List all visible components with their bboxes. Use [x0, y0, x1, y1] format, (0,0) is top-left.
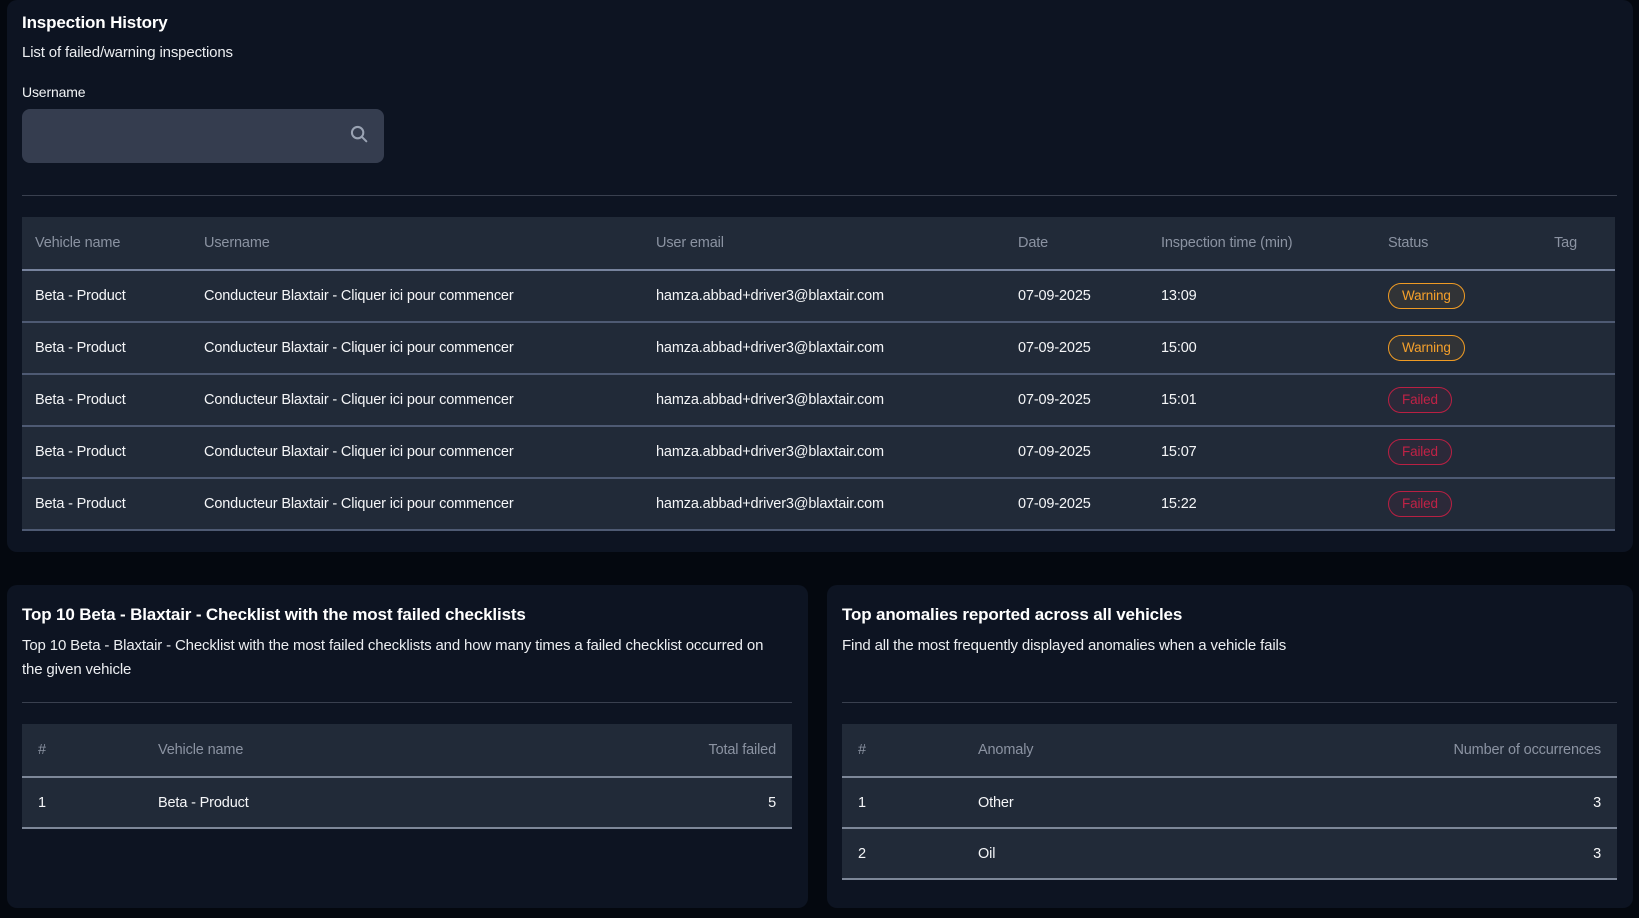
table-header-row: Vehicle name Username User email Date In…	[22, 217, 1615, 270]
username-filter-label: Username	[22, 84, 1617, 100]
table-row: Beta - Product Conducteur Blaxtair - Cli…	[22, 322, 1615, 374]
panel-title: Top anomalies reported across all vehicl…	[842, 605, 1617, 625]
table-row: Beta - Product Conducteur Blaxtair - Cli…	[22, 478, 1615, 530]
search-icon	[348, 123, 370, 150]
table-row: 1 Other 3	[842, 777, 1617, 828]
cell-name: Beta - Product	[142, 777, 467, 828]
cell-rank: 1	[842, 777, 962, 828]
cell-inspection-time: 15:00	[1148, 322, 1375, 374]
cell-inspection-time: 15:07	[1148, 426, 1375, 478]
panel-subtitle: List of failed/warning inspections	[22, 41, 1617, 65]
cell-name: Oil	[962, 828, 1290, 879]
cell-user-email: hamza.abbad+driver3@blaxtair.com	[643, 426, 1005, 478]
cell-rank: 1	[22, 777, 142, 828]
cell-date: 07-09-2025	[1005, 270, 1148, 322]
cell-value: 3	[1290, 828, 1618, 879]
cell-vehicle-name: Beta - Product	[22, 426, 191, 478]
cell-vehicle-name: Beta - Product	[22, 322, 191, 374]
table-row: Beta - Product Conducteur Blaxtair - Cli…	[22, 426, 1615, 478]
filter-table-divider	[22, 195, 1617, 196]
column-header-total-failed[interactable]: Total failed	[467, 724, 792, 777]
status-badge: Warning	[1388, 283, 1465, 309]
cell-rank: 2	[842, 828, 962, 879]
panel-divider	[22, 702, 792, 703]
cell-vehicle-name: Beta - Product	[22, 374, 191, 426]
cell-inspection-time: 15:22	[1148, 478, 1375, 530]
cell-name: Other	[962, 777, 1290, 828]
table-row: Beta - Product Conducteur Blaxtair - Cli…	[22, 270, 1615, 322]
inspection-history-panel: Inspection History List of failed/warnin…	[7, 0, 1633, 552]
column-header-rank[interactable]: #	[22, 724, 142, 777]
cell-status: Warning	[1375, 322, 1501, 374]
cell-date: 07-09-2025	[1005, 478, 1148, 530]
cell-vehicle-name: Beta - Product	[22, 270, 191, 322]
cell-date: 07-09-2025	[1005, 374, 1148, 426]
column-header-status[interactable]: Status	[1375, 217, 1501, 270]
cell-value: 5	[467, 777, 792, 828]
cell-value: 3	[1290, 777, 1618, 828]
username-search-field[interactable]	[22, 109, 384, 163]
cell-date: 07-09-2025	[1005, 322, 1148, 374]
cell-status: Failed	[1375, 426, 1501, 478]
status-badge: Failed	[1388, 387, 1452, 413]
column-header-date[interactable]: Date	[1005, 217, 1148, 270]
cell-user-email: hamza.abbad+driver3@blaxtair.com	[643, 322, 1005, 374]
cell-username: Conducteur Blaxtair - Cliquer ici pour c…	[191, 426, 643, 478]
table-row: Beta - Product Conducteur Blaxtair - Cli…	[22, 374, 1615, 426]
status-badge: Failed	[1388, 491, 1452, 517]
top-failed-checklists-panel: Top 10 Beta - Blaxtair - Checklist with …	[7, 585, 808, 908]
column-header-tag[interactable]: Tag	[1501, 217, 1615, 270]
failed-checklists-table: # Vehicle name Total failed 1 Beta - Pro…	[22, 724, 792, 829]
cell-username: Conducteur Blaxtair - Cliquer ici pour c…	[191, 478, 643, 530]
table-row: 1 Beta - Product 5	[22, 777, 792, 828]
anomalies-table: # Anomaly Number of occurrences 1 Other …	[842, 724, 1617, 880]
panel-divider	[842, 702, 1617, 703]
cell-username: Conducteur Blaxtair - Cliquer ici pour c…	[191, 322, 643, 374]
table-row: 2 Oil 3	[842, 828, 1617, 879]
inspections-table: Vehicle name Username User email Date In…	[22, 217, 1615, 531]
cell-tag	[1501, 270, 1615, 322]
table-header-row: # Vehicle name Total failed	[22, 724, 792, 777]
panel-subtitle: Find all the most frequently displayed a…	[842, 634, 1587, 658]
table-header-row: # Anomaly Number of occurrences	[842, 724, 1617, 777]
cell-tag	[1501, 374, 1615, 426]
status-badge: Warning	[1388, 335, 1465, 361]
top-anomalies-panel: Top anomalies reported across all vehicl…	[827, 585, 1633, 908]
column-header-username[interactable]: Username	[191, 217, 643, 270]
panel-subtitle: Top 10 Beta - Blaxtair - Checklist with …	[22, 634, 767, 682]
column-header-vehicle-name[interactable]: Vehicle name	[142, 724, 467, 777]
status-badge: Failed	[1388, 439, 1452, 465]
cell-tag	[1501, 322, 1615, 374]
panel-title: Inspection History	[22, 0, 1617, 33]
cell-username: Conducteur Blaxtair - Cliquer ici pour c…	[191, 270, 643, 322]
cell-user-email: hamza.abbad+driver3@blaxtair.com	[643, 478, 1005, 530]
username-search-input[interactable]	[34, 109, 348, 163]
column-header-rank[interactable]: #	[842, 724, 962, 777]
cell-status: Failed	[1375, 478, 1501, 530]
cell-tag	[1501, 478, 1615, 530]
column-header-occurrences[interactable]: Number of occurrences	[1290, 724, 1618, 777]
cell-inspection-time: 13:09	[1148, 270, 1375, 322]
cell-tag	[1501, 426, 1615, 478]
panel-title: Top 10 Beta - Blaxtair - Checklist with …	[22, 605, 792, 625]
cell-user-email: hamza.abbad+driver3@blaxtair.com	[643, 374, 1005, 426]
cell-vehicle-name: Beta - Product	[22, 478, 191, 530]
cell-user-email: hamza.abbad+driver3@blaxtair.com	[643, 270, 1005, 322]
cell-username: Conducteur Blaxtair - Cliquer ici pour c…	[191, 374, 643, 426]
column-header-vehicle-name[interactable]: Vehicle name	[22, 217, 191, 270]
cell-status: Warning	[1375, 270, 1501, 322]
cell-status: Failed	[1375, 374, 1501, 426]
cell-inspection-time: 15:01	[1148, 374, 1375, 426]
cell-date: 07-09-2025	[1005, 426, 1148, 478]
column-header-user-email[interactable]: User email	[643, 217, 1005, 270]
column-header-inspection-time[interactable]: Inspection time (min)	[1148, 217, 1375, 270]
column-header-anomaly[interactable]: Anomaly	[962, 724, 1290, 777]
